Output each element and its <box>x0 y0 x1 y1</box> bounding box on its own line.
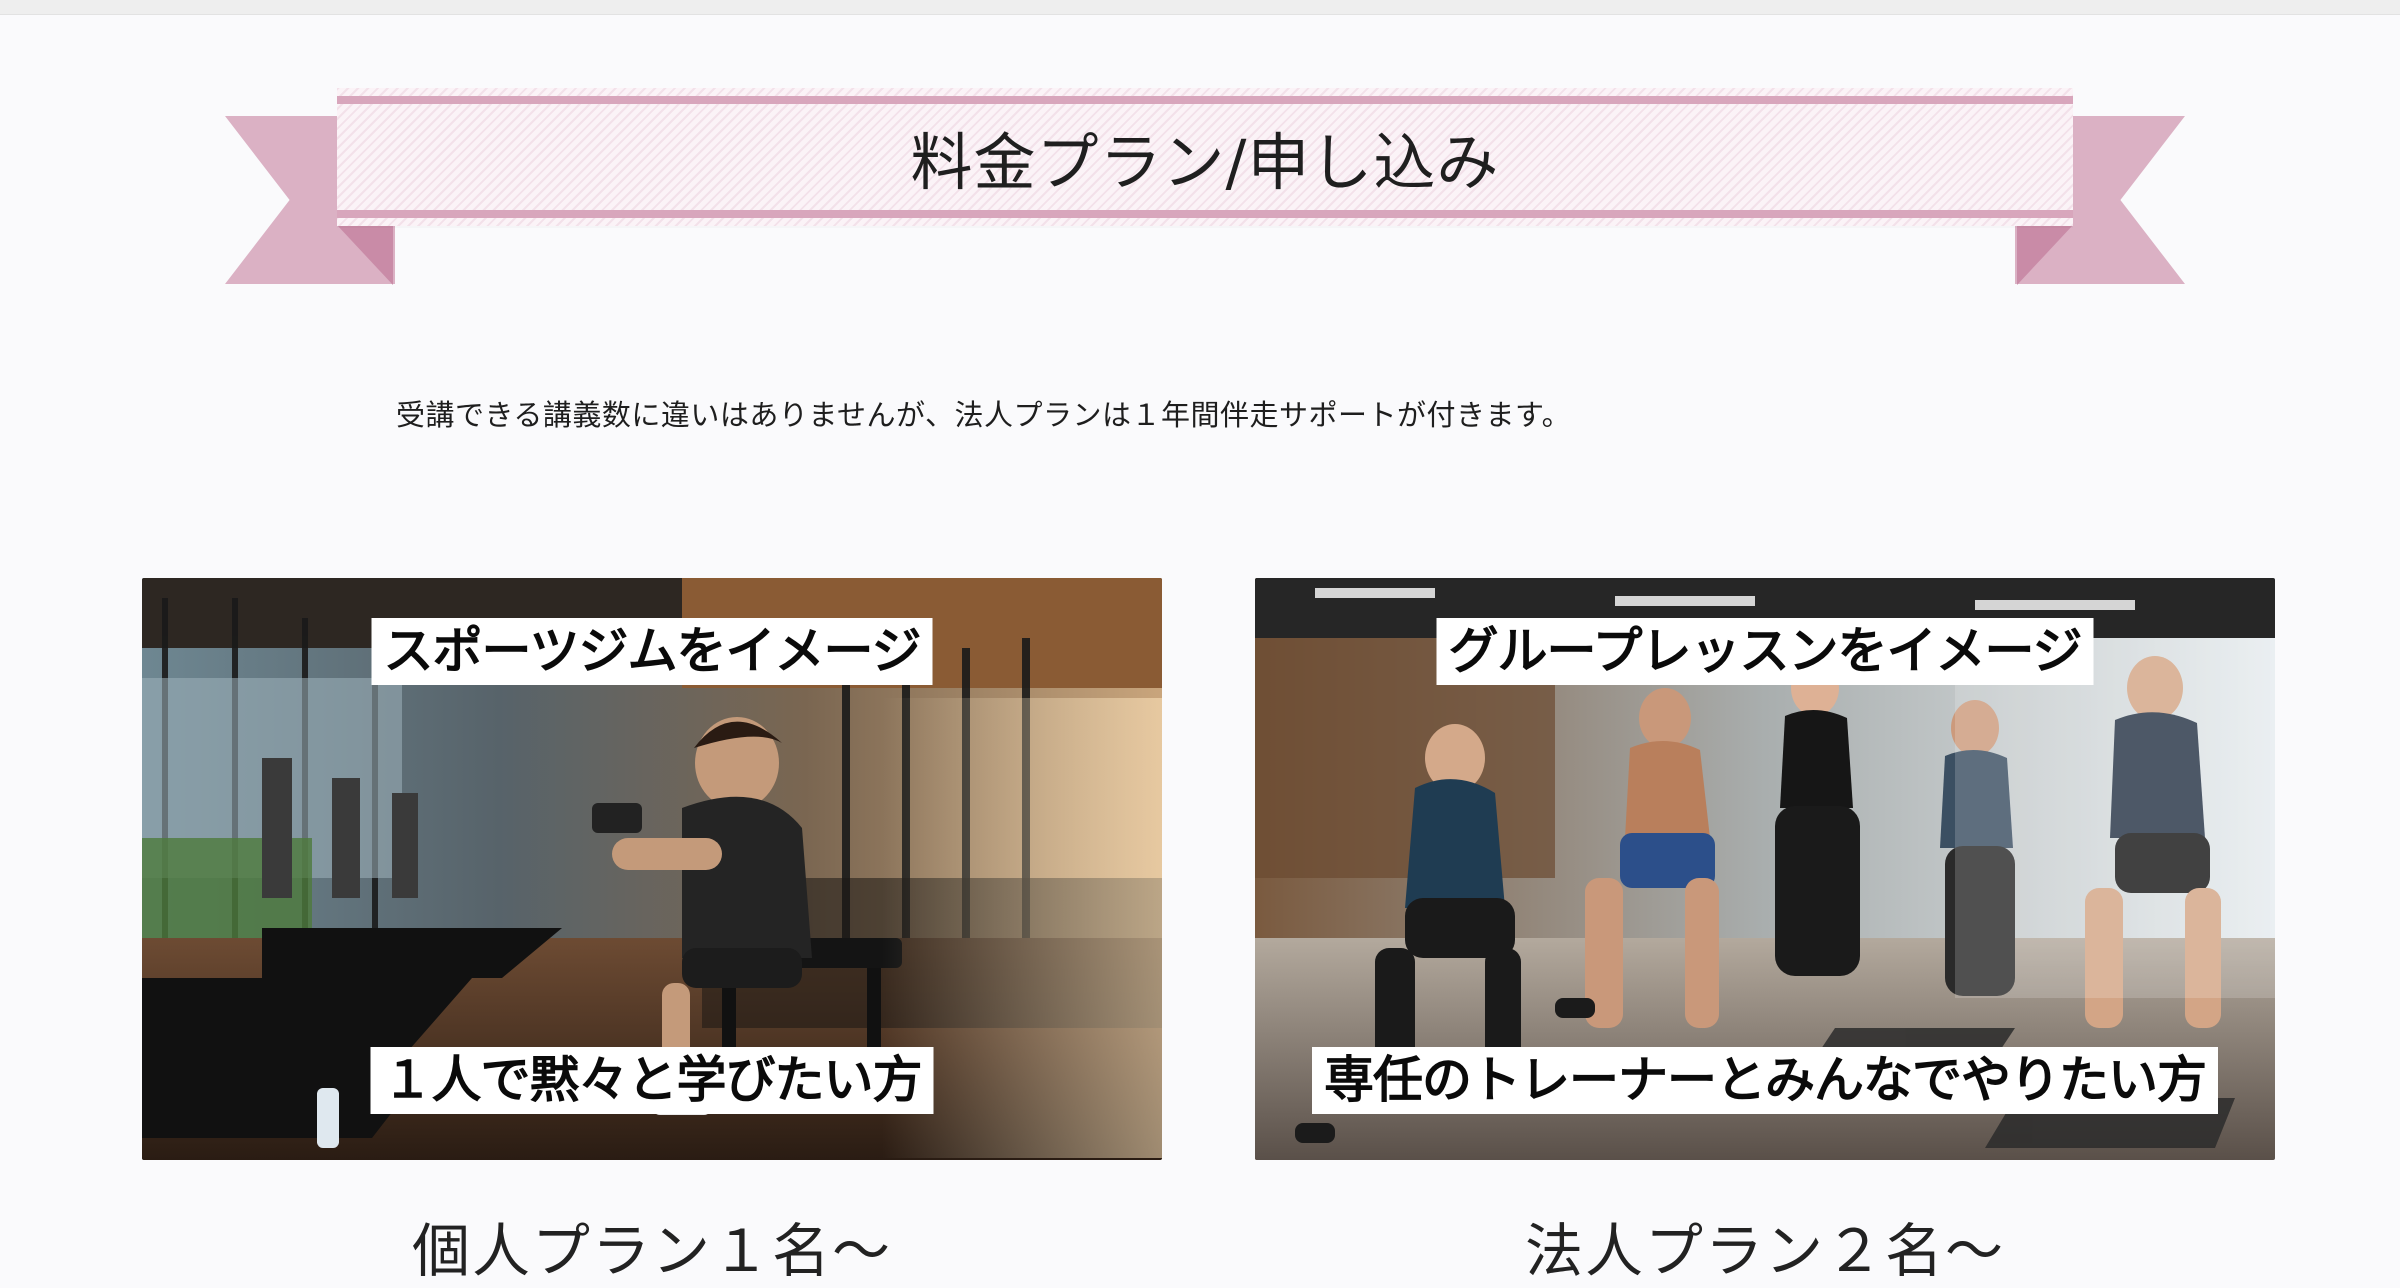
section-heading-ribbon: 料金プラン/申し込み <box>225 80 2185 285</box>
plan-image-group-lesson[interactable]: グループレッスンをイメージ 専任のトレーナーとみんなでやりたい方 <box>1255 578 2275 1160</box>
plan-card-individual[interactable]: スポーツジムをイメージ １人で黙々と学びたい方 個人プラン１名～ <box>142 578 1162 1288</box>
plan-title-individual[interactable]: 個人プラン１名～ <box>142 1204 1162 1288</box>
plan-image-bottom-caption: １人で黙々と学びたい方 <box>370 1047 934 1114</box>
plan-card-corporate[interactable]: グループレッスンをイメージ 専任のトレーナーとみんなでやりたい方 法人プラン２名… <box>1255 578 2275 1288</box>
plan-image-bottom-caption: 専任のトレーナーとみんなでやりたい方 <box>1312 1047 2218 1114</box>
plan-image-top-caption: スポーツジムをイメージ <box>371 618 933 685</box>
top-divider <box>0 0 2400 15</box>
section-title: 料金プラン/申し込み <box>910 126 1500 199</box>
section-description: 受講できる講義数に違いはありませんが、法人プランは１年間伴走サポートが付きます。 <box>396 398 1572 432</box>
plan-image-top-caption: グループレッスンをイメージ <box>1436 618 2094 685</box>
plan-title-corporate[interactable]: 法人プラン２名～ <box>1255 1204 2275 1288</box>
plan-image-gym[interactable]: スポーツジムをイメージ １人で黙々と学びたい方 <box>142 578 1162 1160</box>
ribbon-band: 料金プラン/申し込み <box>337 88 2073 226</box>
